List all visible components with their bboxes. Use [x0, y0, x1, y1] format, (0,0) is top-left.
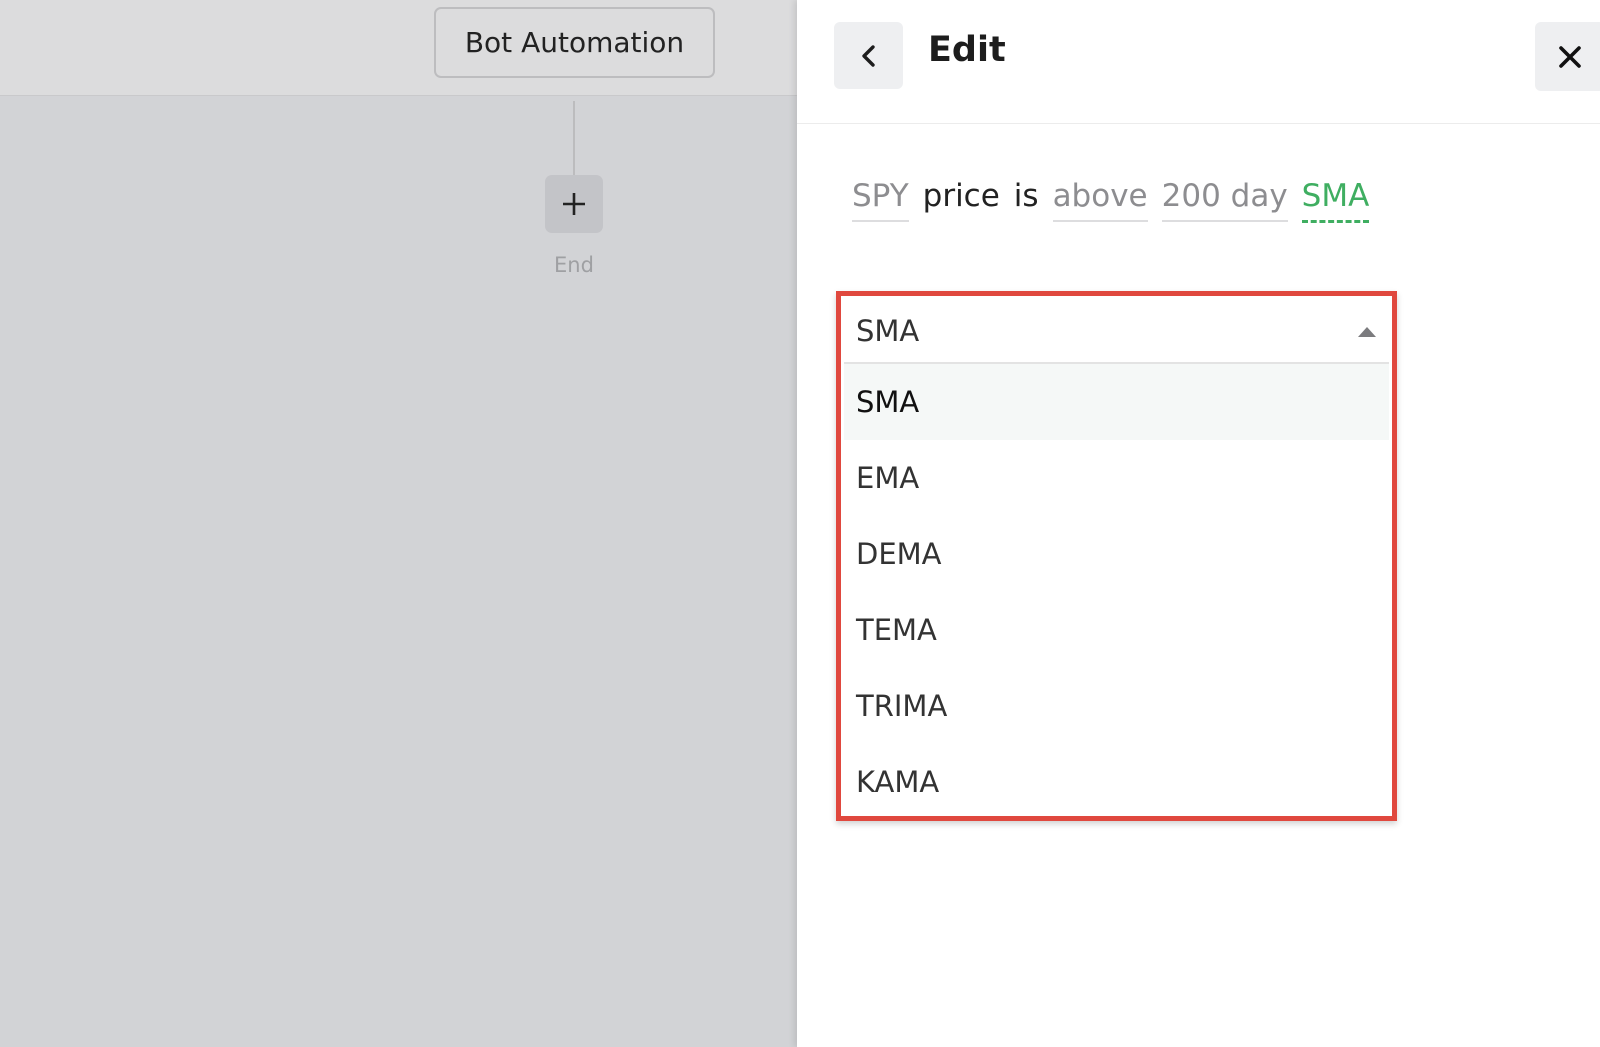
dropdown-option[interactable]: TRIMA	[844, 668, 1389, 744]
caret-up-icon	[1358, 327, 1376, 337]
connector-line	[573, 101, 575, 175]
dropdown-option[interactable]: DEMA	[844, 516, 1389, 592]
ticker-token[interactable]: SPY	[852, 178, 909, 222]
back-button[interactable]	[834, 22, 903, 89]
dropdown-option[interactable]: TEMA	[844, 592, 1389, 668]
panel-title: Edit	[928, 30, 1006, 70]
option-label: TRIMA	[856, 689, 948, 723]
dropdown-option[interactable]: SMA	[844, 364, 1389, 440]
indicator-dropdown: SMA SMA EMA DEMA TEMA TRIMA KAMA	[836, 291, 1397, 821]
option-label: SMA	[856, 385, 920, 419]
condition-sentence: SPY price is above 200 day SMA	[852, 178, 1383, 228]
dropdown-options: SMA EMA DEMA TEMA TRIMA KAMA	[844, 364, 1389, 820]
bot-automation-label: Bot Automation	[464, 26, 685, 59]
add-step-button[interactable]	[545, 175, 603, 233]
option-label: TEMA	[856, 613, 937, 647]
indicator-select[interactable]: SMA	[844, 299, 1389, 364]
is-word: is	[1013, 178, 1039, 214]
option-label: DEMA	[856, 537, 942, 571]
plus-icon	[563, 193, 585, 215]
dropdown-option[interactable]: KAMA	[844, 744, 1389, 820]
panel-header: Edit	[797, 0, 1600, 124]
price-word: price	[922, 178, 1000, 214]
option-label: EMA	[856, 461, 920, 495]
close-icon	[1559, 45, 1581, 68]
edit-panel: Edit SPY price is above 200 day SMA SMA …	[797, 0, 1600, 1047]
period-token[interactable]: 200 day	[1161, 178, 1288, 222]
dropdown-option[interactable]: EMA	[844, 440, 1389, 516]
workflow-canvas: Bot Automation End	[0, 0, 797, 1047]
indicator-token[interactable]: SMA	[1301, 178, 1370, 223]
close-button[interactable]	[1535, 22, 1600, 91]
bot-automation-node[interactable]: Bot Automation	[434, 7, 715, 78]
select-value: SMA	[856, 313, 920, 348]
option-label: KAMA	[856, 765, 940, 799]
chevron-left-icon	[861, 44, 875, 67]
comparator-token[interactable]: above	[1052, 178, 1148, 222]
end-label: End	[554, 253, 594, 277]
